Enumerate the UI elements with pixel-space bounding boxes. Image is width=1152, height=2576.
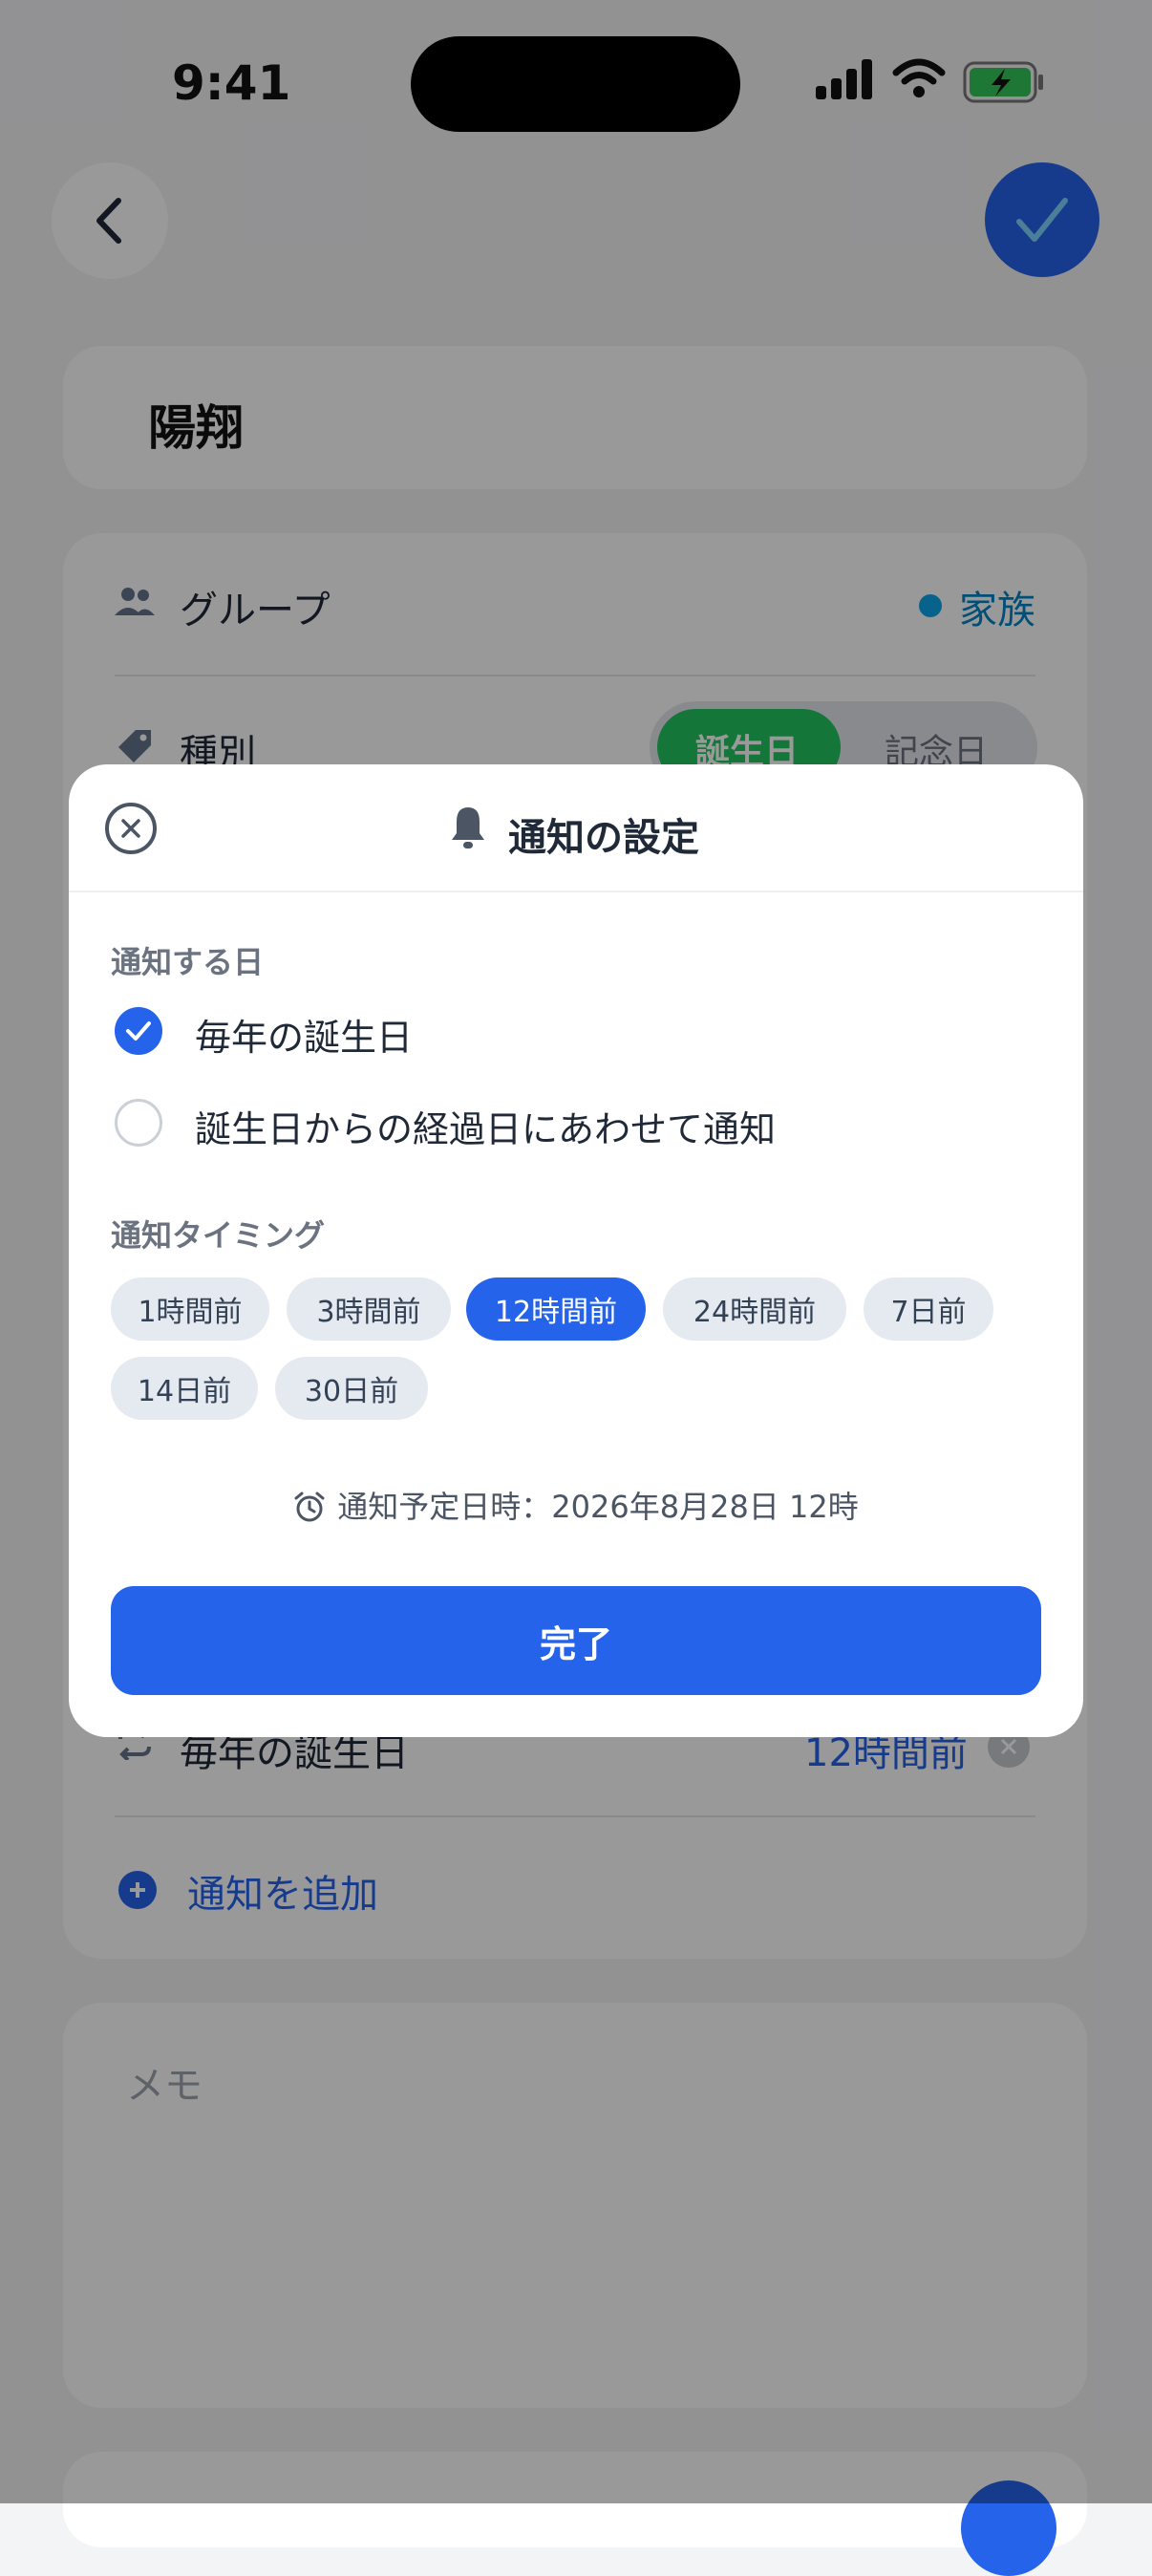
chip-24h[interactable]: 24時間前: [663, 1277, 846, 1341]
notify-day-label: 通知する日: [111, 944, 265, 980]
option-elapsed-days[interactable]: 誕生日からの経過日にあわせて通知: [111, 1097, 971, 1150]
option-label: 毎年の誕生日: [195, 1017, 414, 1059]
modal-title: 通知の設定: [508, 816, 699, 860]
chip-12h[interactable]: 12時間前: [466, 1277, 646, 1341]
option-label: 誕生日からの経過日にあわせて通知: [195, 1108, 777, 1150]
option-every-birthday[interactable]: 毎年の誕生日: [111, 1005, 971, 1059]
alarm-clock-icon: [294, 1492, 325, 1522]
close-button[interactable]: [105, 803, 157, 854]
close-icon: [121, 819, 140, 838]
chip-1h[interactable]: 1時間前: [111, 1277, 269, 1341]
chip-3h[interactable]: 3時間前: [287, 1277, 451, 1341]
checkbox-unchecked[interactable]: [115, 1099, 162, 1147]
modal-header-divider: [69, 891, 1083, 892]
chip-7d[interactable]: 7日前: [864, 1277, 993, 1341]
schedule-line: 通知予定日時：2026年8月28日 12時: [0, 1483, 1152, 1527]
done-button[interactable]: 完了: [111, 1586, 1041, 1695]
chip-14d[interactable]: 14日前: [111, 1357, 258, 1420]
chip-30d[interactable]: 30日前: [275, 1357, 428, 1420]
check-icon: [126, 1021, 151, 1041]
timing-label: 通知タイミング: [111, 1217, 326, 1254]
bell-icon: [452, 807, 484, 848]
schedule-text: 通知予定日時：2026年8月28日 12時: [337, 1489, 859, 1525]
checkbox-checked[interactable]: [115, 1007, 162, 1055]
